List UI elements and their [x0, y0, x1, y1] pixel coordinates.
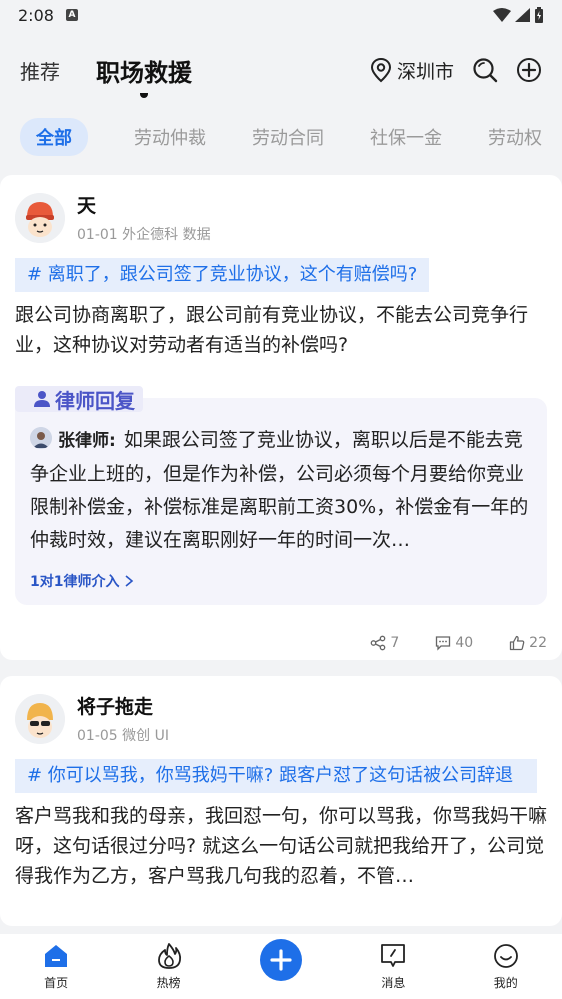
avatar-illustration [15, 192, 65, 243]
post-card[interactable]: 天 01-01 外企德科 数据 # 离职了，跟公司签了竞业协议，这个有赔偿吗? … [0, 175, 562, 660]
location-pin-icon [370, 57, 391, 83]
nav-messages[interactable]: 消息 [353, 941, 433, 991]
status-bar: 2:08 A [0, 0, 562, 30]
lawyer-reply-title: 律师回复 [15, 386, 143, 413]
share-count: 7 [390, 635, 400, 651]
post-card[interactable]: 将子拖走 01-05 微创 UI # 你可以骂我，你骂我妈干嘛? 跟客户怼了这句… [0, 676, 562, 926]
plus-circle-icon [517, 58, 541, 82]
post-topic-tag[interactable]: # 你可以骂我，你骂我妈干嘛? 跟客户怼了这句话被公司辞退 [15, 759, 537, 793]
like-count: 22 [529, 635, 547, 651]
nav-home[interactable]: 首页 [16, 941, 96, 991]
nav-mine[interactable]: 我的 [466, 941, 546, 991]
like-button[interactable]: 22 [509, 635, 547, 651]
lawyer-answer: 张律师: 如果跟公司签了竞业协议，离职以后是不能去竞争企业上班的，但是作为补偿，公… [30, 424, 532, 557]
comment-count: 40 [455, 635, 474, 651]
post-meta: 01-05 微创 UI [77, 728, 169, 744]
nav-publish[interactable] [241, 939, 321, 991]
post-author: 将子拖走 01-05 微创 UI [15, 676, 547, 745]
search-button[interactable] [472, 57, 498, 83]
message-icon [381, 944, 406, 967]
chevron-right-icon [125, 575, 134, 587]
wifi-icon [493, 8, 511, 22]
home-icon [45, 945, 68, 967]
smile-icon [493, 944, 518, 968]
lawyer-icon [34, 391, 50, 407]
thumbs-up-icon [510, 635, 525, 651]
nav-mine-label: 我的 [493, 976, 518, 990]
post-author: 天 01-01 外企德科 数据 [15, 175, 547, 244]
one-on-one-lawyer-link[interactable]: 1对1律师介入 [30, 571, 532, 591]
search-icon [473, 58, 498, 83]
category-tab-all[interactable]: 全部 [20, 118, 88, 156]
post-body: 客户骂我和我的母亲，我回怼一句，你可以骂我，你骂我妈干嘛呀，这句话很过分吗? 就… [15, 805, 548, 887]
tab-career-rescue-label: 职场救援 [96, 58, 192, 87]
avatar-illustration [15, 693, 65, 744]
avatar[interactable] [15, 192, 65, 243]
post-meta: 01-01 外企德科 数据 [77, 227, 211, 243]
comment-button[interactable]: 40 [435, 635, 473, 651]
location-selector[interactable]: 深圳市 [369, 57, 454, 84]
nav-messages-label: 消息 [381, 976, 406, 990]
share-button[interactable]: 7 [370, 635, 399, 651]
lawyer-reply-title-text: 律师回复 [55, 388, 135, 413]
active-tab-indicator [140, 92, 148, 98]
post-topic-tag[interactable]: # 离职了，跟公司签了竞业协议，这个有赔偿吗? [15, 258, 430, 292]
comment-icon [436, 636, 451, 651]
notification-icon: A [65, 9, 78, 21]
status-time: 2:08 [18, 5, 54, 25]
add-post-button[interactable] [516, 57, 542, 83]
category-tabs: 全部 劳动仲裁 劳动合同 社保一金 劳动权 [0, 112, 562, 162]
consult-link-label: 1对1律师介入 [30, 574, 120, 590]
post-stats: 7 40 22 [15, 635, 547, 651]
avatar[interactable] [15, 693, 65, 744]
bottom-navigation: 首页 热榜 消息 我的 [0, 934, 562, 999]
tab-career-rescue[interactable]: 职场救援 [96, 53, 192, 98]
status-icons [493, 7, 544, 23]
flame-icon [157, 943, 181, 969]
publish-plus-icon [259, 939, 302, 981]
nav-hot[interactable]: 热榜 [129, 941, 209, 991]
nav-home-label: 首页 [44, 976, 69, 990]
tab-recommend[interactable]: 推荐 [20, 56, 60, 85]
lawyer-avatar [30, 427, 52, 449]
category-tab-social-insurance[interactable]: 社保一金 [370, 124, 442, 150]
lawyer-name: 张律师: [58, 431, 116, 451]
author-name[interactable]: 天 [77, 191, 211, 218]
signal-icon [515, 8, 530, 22]
category-tab-labor-arbitration[interactable]: 劳动仲裁 [134, 124, 206, 150]
post-body: 跟公司协商离职了，跟公司前有竞业协议，不能去公司竞争行业，这种协议对劳动者有适当… [15, 304, 529, 356]
nav-hot-label: 热榜 [156, 976, 181, 990]
location-text: 深圳市 [396, 60, 454, 83]
share-icon [371, 635, 386, 651]
lawyer-reply-box[interactable]: 张律师: 如果跟公司签了竞业协议，离职以后是不能去竞争企业上班的，但是作为补偿，公… [15, 398, 547, 605]
category-tab-labor-contract[interactable]: 劳动合同 [252, 124, 324, 150]
category-tab-labor-rights[interactable]: 劳动权 [488, 124, 542, 150]
author-name[interactable]: 将子拖走 [77, 692, 169, 719]
battery-icon [535, 7, 543, 23]
top-header: 推荐 职场救援 深圳市 [0, 30, 562, 110]
